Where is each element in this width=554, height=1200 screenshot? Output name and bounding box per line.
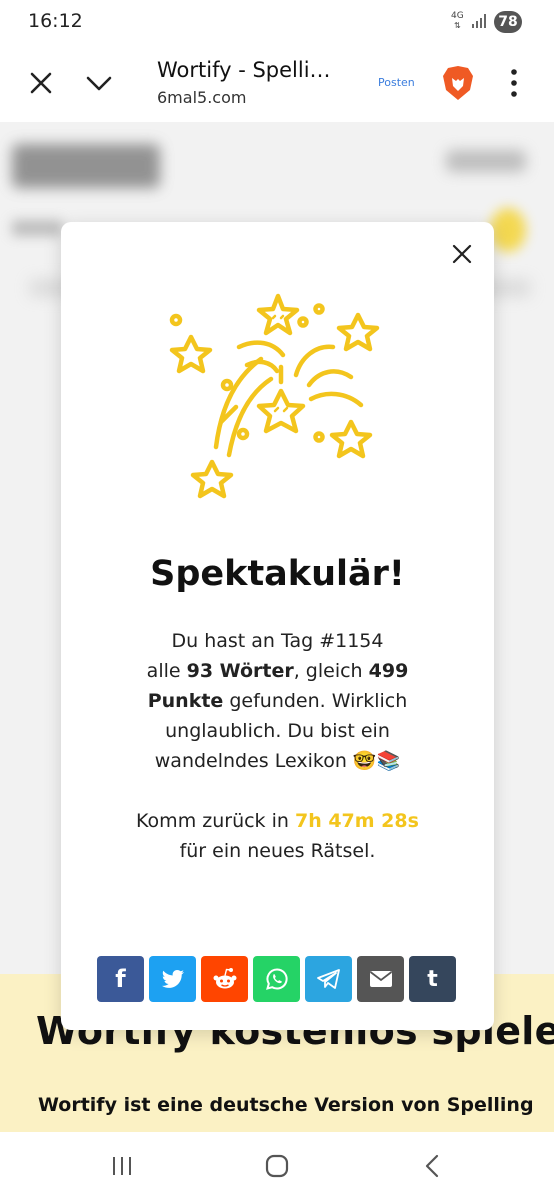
blurred-text: [12, 220, 62, 236]
blurred-yellow-button: [490, 208, 526, 252]
fireworks-stars-icon: [169, 293, 380, 499]
share-buttons: f t: [97, 956, 456, 1002]
signal-icon: [472, 14, 486, 28]
custom-tab-toolbar: Wortify - Spelli… 6mal5.com Posten: [0, 44, 554, 122]
whatsapp-icon: [265, 968, 288, 990]
network-indicator: 4G ⇅: [451, 11, 464, 31]
network-type: 4G: [451, 11, 464, 21]
points-value: 499: [368, 660, 409, 682]
twitter-icon: [161, 970, 184, 988]
page-intro-text: Wortify ist eine deutsche Version von Sp…: [38, 1094, 534, 1116]
twitter-share-button[interactable]: [149, 956, 196, 1002]
telegram-icon: [316, 969, 340, 989]
reddit-icon: [213, 968, 236, 989]
recent-apps-icon[interactable]: [110, 1154, 134, 1178]
brave-lion-icon[interactable]: [441, 64, 475, 102]
email-share-button[interactable]: [357, 956, 404, 1002]
result-message: Du hast an Tag #1154 alle 93 Wörter, gle…: [136, 630, 419, 862]
whatsapp-share-button[interactable]: [253, 956, 300, 1002]
result-modal: Spektakulär! Du hast an Tag #1154 alle 9…: [61, 222, 494, 1030]
status-time: 16:12: [28, 10, 83, 32]
email-icon: [369, 971, 392, 987]
facebook-icon: f: [115, 965, 126, 993]
blurred-header-link: [446, 150, 526, 172]
more-vert-icon[interactable]: [506, 66, 522, 100]
close-icon[interactable]: [450, 242, 474, 266]
points-label: Punkte: [147, 690, 224, 712]
posten-link[interactable]: Posten: [378, 76, 415, 89]
modal-title: Spektakulär!: [150, 554, 405, 594]
tumblr-share-button[interactable]: t: [409, 956, 456, 1002]
facebook-share-button[interactable]: f: [97, 956, 144, 1002]
close-icon[interactable]: [26, 68, 56, 98]
status-bar: 16:12 4G ⇅ 78: [0, 0, 554, 44]
telegram-share-button[interactable]: [305, 956, 352, 1002]
blurred-logo: [12, 144, 160, 188]
battery-indicator: 78: [494, 11, 522, 33]
back-icon[interactable]: [422, 1153, 442, 1179]
reddit-share-button[interactable]: [201, 956, 248, 1002]
words-count: 93 Wörter: [186, 660, 294, 682]
tumblr-icon: t: [427, 966, 438, 992]
page-title: Wortify - Spelli…: [157, 58, 331, 82]
page-url: 6mal5.com: [157, 88, 247, 107]
result-day-line: Du hast an Tag #1154: [171, 630, 384, 652]
home-icon[interactable]: [264, 1153, 290, 1179]
chevron-down-icon[interactable]: [84, 68, 114, 98]
countdown-timer: 7h 47m 28s: [294, 810, 419, 832]
system-nav-bar: [0, 1132, 554, 1200]
